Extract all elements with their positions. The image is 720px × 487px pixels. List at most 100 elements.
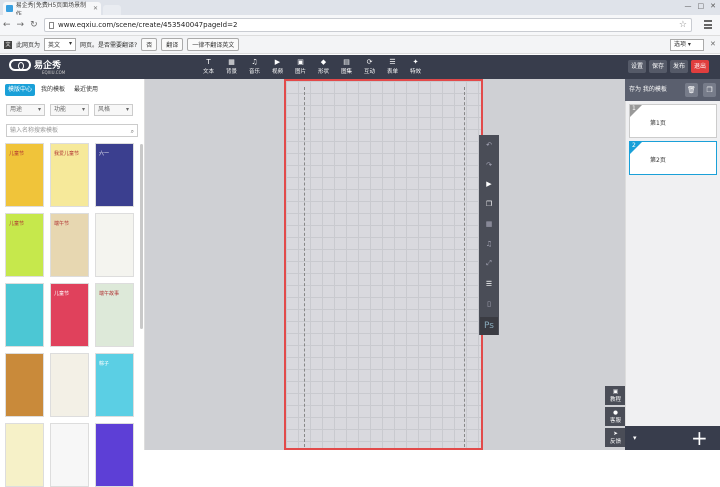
page-number: 1 (632, 105, 636, 112)
template-card[interactable]: 我爱儿童节 (50, 143, 89, 207)
tool-gallery[interactable]: ▤ 图集 (335, 57, 358, 75)
browser-tab[interactable]: 易企秀|免费H5页面场景制作 ✕ (3, 2, 101, 18)
grid-icon[interactable]: ▦ (479, 220, 499, 228)
tab-template-center[interactable]: 模版中心 (5, 84, 36, 96)
duplicate-page-icon[interactable]: ❐ (703, 83, 716, 97)
tab-recent[interactable]: 最近使用 (71, 84, 101, 96)
pages-header: 存为 我的模板 🗑 ❐ (625, 79, 720, 101)
template-tabs: 模版中心 我的模板 最近使用 (5, 84, 101, 96)
template-card[interactable]: 粽子 (95, 353, 134, 417)
redo-icon[interactable]: ↷ (479, 161, 499, 169)
template-search-input[interactable]: 输入名称搜索模板 ⌕ (6, 124, 138, 137)
new-tab-button[interactable] (103, 5, 121, 15)
tool-shape[interactable]: ◆ 形状 (312, 57, 335, 75)
template-card[interactable]: 端午节 (50, 213, 89, 277)
minimize-icon[interactable]: — (685, 2, 692, 10)
canvas-side-toolbar: ↶ ↷ ▶ ❐ ▦ ♫ ⤢ ☰ ▯ (479, 135, 499, 335)
feedback-button[interactable]: ➤ 反馈 (605, 428, 626, 447)
template-card[interactable]: 儿童节 (5, 143, 44, 207)
close-window-icon[interactable]: ✕ (710, 2, 716, 10)
tool-text[interactable]: T 文本 (197, 57, 220, 75)
exit-button[interactable]: 退出 (691, 60, 710, 73)
logo[interactable]: 易企秀 EQXIU.COM (9, 58, 65, 75)
maximize-icon[interactable]: □ (698, 2, 705, 10)
music-side-icon[interactable]: ♫ (479, 240, 499, 248)
template-label: 六一 (99, 151, 110, 157)
tool-label: 图片 (294, 69, 306, 75)
template-card[interactable] (95, 423, 134, 487)
template-card[interactable] (95, 213, 134, 277)
logo-sub: EQXIU.COM (42, 70, 66, 75)
interact-icon: ⟳ (366, 58, 373, 66)
action-buttons: 设置 保存 发布 退出 (628, 60, 710, 73)
logo-mark-icon (9, 58, 31, 71)
url-field[interactable]: www.eqxiu.com/scene/create/453540047page… (44, 18, 692, 32)
support-button[interactable]: ● 客服 (605, 407, 626, 426)
page-menu-dropdown-icon[interactable]: ▾ (633, 434, 637, 442)
right-guide-line (464, 87, 465, 447)
add-page-icon[interactable]: + (691, 427, 708, 449)
template-card[interactable] (5, 283, 44, 347)
filter-purpose[interactable]: 用途 ▾ (6, 104, 45, 116)
template-card[interactable]: 儿童节 (5, 213, 44, 277)
undo-icon[interactable]: ↶ (479, 141, 499, 149)
layers-icon[interactable]: ☰ (479, 280, 499, 288)
close-tab-icon[interactable]: ✕ (93, 5, 98, 12)
search-icon[interactable]: ⌕ (131, 126, 134, 137)
tool-label: 形状 (317, 69, 329, 75)
template-card[interactable]: 六一 (95, 143, 134, 207)
video-icon: ▶ (274, 58, 281, 66)
edit-page-canvas[interactable] (284, 79, 483, 450)
gallery-icon: ▤ (343, 58, 350, 66)
page-thumb-2[interactable]: 2 第2页 (629, 141, 717, 175)
template-scrollbar[interactable] (140, 144, 143, 329)
options-select[interactable]: 选项 ▾ (670, 39, 704, 51)
template-card[interactable] (50, 423, 89, 487)
tab-my-templates[interactable]: 我的模板 (38, 84, 68, 96)
template-card[interactable]: 儿童节 (50, 283, 89, 347)
tool-form[interactable]: ☰ 表单 (381, 57, 404, 75)
settings-button[interactable]: 设置 (628, 60, 647, 73)
translate-label: 此网页为 (16, 42, 41, 49)
template-card[interactable] (5, 353, 44, 417)
bookmark-star-icon[interactable]: ☆ (679, 20, 687, 30)
reload-icon[interactable]: ↻ (30, 19, 38, 31)
template-card[interactable] (5, 423, 44, 487)
page-thumb-1[interactable]: 1 第1页 (629, 104, 717, 138)
phone-icon[interactable]: ▯ (479, 300, 499, 308)
copy-page-icon[interactable]: ❐ (479, 200, 499, 208)
save-as-template-link[interactable]: 存为 我的模板 (629, 86, 667, 93)
tool-effect[interactable]: ✦ 特效 (404, 57, 427, 75)
close-translate-icon[interactable]: ✕ (710, 40, 716, 48)
tool-background[interactable]: ▦ 背景 (220, 57, 243, 75)
effect-icon: ✦ (412, 58, 419, 66)
tool-label: 特效 (409, 69, 421, 75)
back-icon[interactable]: ← (3, 19, 11, 31)
tool-interact[interactable]: ⟳ 互动 (358, 57, 381, 75)
never-translate-button[interactable]: 一律不翻译英文 (187, 38, 240, 51)
filter-function[interactable]: 功能 ▾ (50, 104, 89, 116)
translate-button[interactable]: 翻译 (161, 38, 184, 51)
tutorial-button[interactable]: ▣ 教程 (605, 386, 626, 405)
expand-icon[interactable]: ⤢ (479, 259, 499, 268)
no-button[interactable]: 否 (141, 38, 158, 51)
browser-menu-icon[interactable] (704, 20, 712, 29)
page-icon (49, 21, 54, 29)
delete-page-icon[interactable]: 🗑 (685, 83, 698, 97)
tool-label: 背景 (225, 69, 237, 75)
language-select[interactable]: 英文 ▾ (44, 38, 77, 51)
photoshop-icon[interactable]: Ps (480, 317, 498, 335)
template-card[interactable] (50, 353, 89, 417)
tool-label: 图集 (340, 69, 352, 75)
save-button[interactable]: 保存 (649, 60, 668, 73)
publish-button[interactable]: 发布 (670, 60, 689, 73)
tool-image[interactable]: ▣ 图片 (289, 57, 312, 75)
preview-play-icon[interactable]: ▶ (479, 180, 499, 188)
template-card[interactable]: 端午故事 (95, 283, 134, 347)
forward-icon[interactable]: → (17, 19, 25, 31)
url-text: www.eqxiu.com/scene/create/453540047page… (58, 21, 238, 29)
filter-row: 用途 ▾ 功能 ▾ 风格 ▾ (6, 104, 133, 116)
tool-video[interactable]: ▶ 视频 (266, 57, 289, 75)
filter-style[interactable]: 风格 ▾ (94, 104, 133, 116)
tool-music[interactable]: ♫ 音乐 (243, 57, 266, 75)
